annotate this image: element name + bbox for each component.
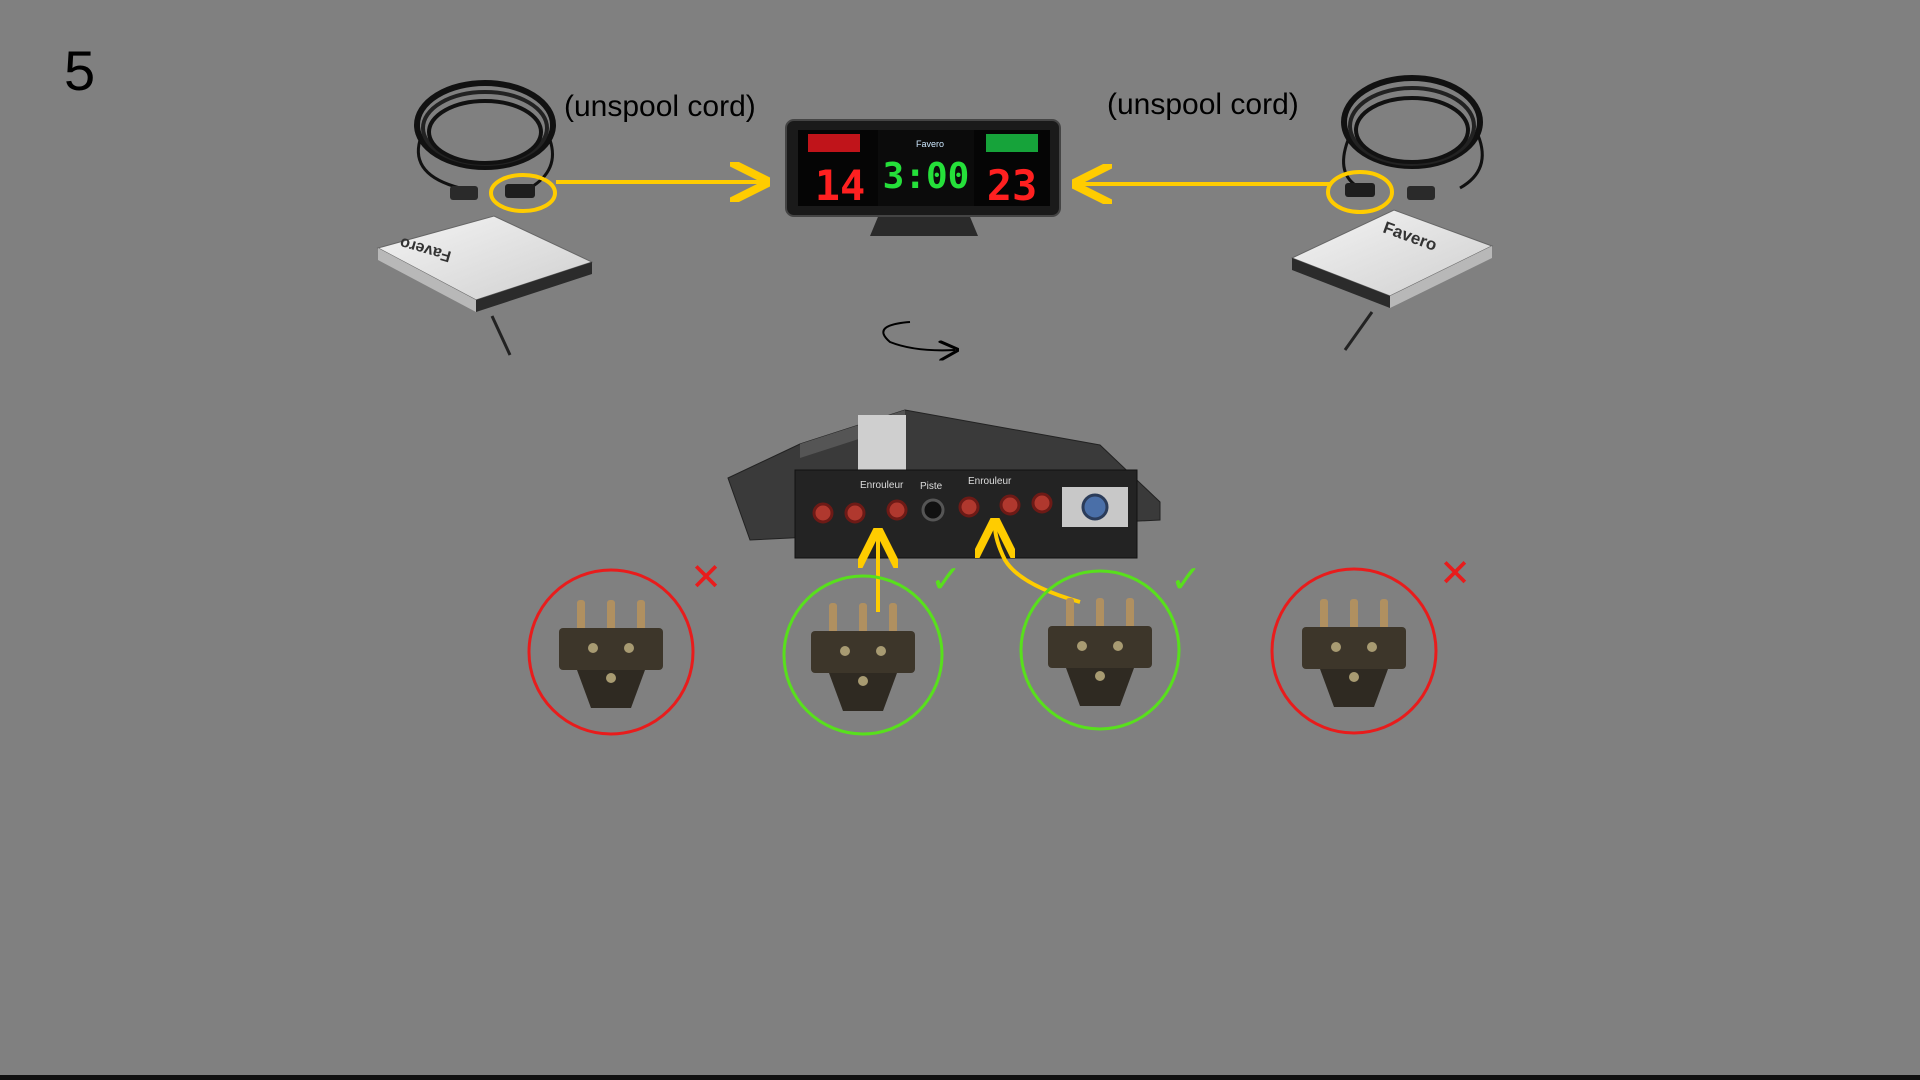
plug-3-correct: ✓ — [1019, 557, 1202, 731]
plug-rivet — [876, 646, 886, 656]
plug-rivet — [624, 643, 634, 653]
right-cord-coil — [1341, 75, 1484, 200]
timer-display: 3:00 — [883, 156, 970, 197]
scoreboard: Favero 14 3:00 23 — [785, 119, 1061, 236]
right-port-label: Enrouleur — [968, 476, 1012, 487]
socket-2 — [844, 502, 866, 524]
plug-body — [1302, 627, 1406, 669]
socket-1 — [812, 502, 834, 524]
left-cord-coil — [414, 80, 556, 200]
right-lamp-bar — [986, 134, 1038, 152]
socket-4 — [958, 496, 980, 518]
diagram-svg: Favero Favero Favero 14 3:00 23 Enrouleu… — [376, 75, 1494, 736]
plug-rivet — [1367, 642, 1377, 652]
center-port-label: Piste — [920, 481, 943, 492]
plugs-layer: ✕ ✓ ✓ ✕ — [527, 551, 1471, 736]
plug-rivet — [1331, 642, 1341, 652]
right-cord-plug-b — [1407, 186, 1435, 200]
right-score: 23 — [987, 161, 1038, 210]
bottom-rule — [0, 1075, 1920, 1080]
plug-rivet — [1077, 641, 1087, 651]
plug-rivet — [858, 676, 868, 686]
left-lamp-bar — [808, 134, 860, 152]
plug-rivet — [1349, 672, 1359, 682]
checkmark-icon: ✓ — [1170, 557, 1202, 601]
plug-4-wrong: ✕ — [1270, 551, 1471, 735]
left-score: 14 — [815, 161, 866, 210]
plug-rivet — [606, 673, 616, 683]
right-cord-plug-a — [1345, 183, 1375, 197]
left-reel-lead — [490, 315, 512, 356]
piste-socket — [921, 498, 945, 522]
left-reel-box: Favero — [376, 215, 594, 356]
plug-rivet — [1095, 671, 1105, 681]
plug-1-wrong: ✕ — [527, 555, 722, 736]
left-cord-plug-a — [450, 186, 478, 200]
ribbon-cable — [858, 415, 906, 475]
cross-icon: ✕ — [690, 555, 722, 599]
plug-rivet — [1113, 641, 1123, 651]
right-reel-box: Favero — [1290, 209, 1494, 351]
checkmark-icon: ✓ — [930, 557, 962, 601]
socket-5 — [999, 494, 1021, 516]
plug-body — [559, 628, 663, 670]
left-port-label: Enrouleur — [860, 480, 904, 491]
left-cord-plug-b — [505, 184, 535, 198]
cross-icon: ✕ — [1439, 551, 1471, 595]
rotate-arrow-icon — [882, 321, 955, 350]
socket-3 — [886, 499, 908, 521]
scoreboard-brand: Favero — [916, 139, 944, 149]
socket-6 — [1031, 492, 1053, 514]
slide-canvas: 5 (unspool cord) (unspool cord) Favero F… — [0, 0, 1920, 1080]
connection-box: Enrouleur Piste Enrouleur — [727, 409, 1161, 559]
plug-rivet — [840, 646, 850, 656]
plug-rivet — [588, 643, 598, 653]
right-reel-lead — [1343, 311, 1374, 351]
plug-body — [811, 631, 915, 673]
plug-2-correct: ✓ — [782, 557, 962, 736]
plug-body — [1048, 626, 1152, 668]
power-socket — [1081, 493, 1109, 521]
